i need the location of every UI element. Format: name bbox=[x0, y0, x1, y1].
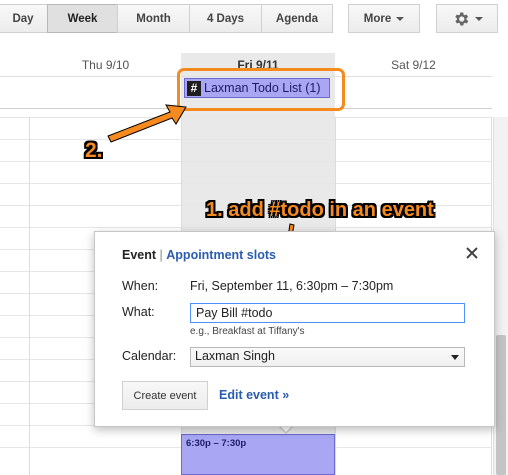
close-icon bbox=[466, 247, 478, 259]
tab-appointment-slots[interactable]: Appointment slots bbox=[166, 248, 276, 262]
quick-event-popup: Event | Appointment slots When: Fri, Sep… bbox=[94, 231, 495, 427]
event-block-time: 6:30p – 7:30p bbox=[186, 438, 247, 449]
calendar-select-value: Laxman Singh bbox=[195, 349, 275, 363]
create-event-button[interactable]: Create event bbox=[122, 381, 208, 410]
popup-tabs: Event | Appointment slots bbox=[122, 248, 276, 262]
event-block[interactable]: 6:30p – 7:30p bbox=[181, 434, 335, 475]
annotation-step2: 2. bbox=[85, 139, 103, 162]
close-button[interactable] bbox=[465, 246, 481, 262]
dropdown-arrow-icon bbox=[451, 355, 459, 360]
calendar-select[interactable]: Laxman Singh bbox=[190, 347, 465, 367]
annotation-step1: 1. add #todo in an event bbox=[206, 199, 434, 221]
what-label: What: bbox=[122, 305, 155, 319]
tab-separator: | bbox=[159, 248, 163, 262]
when-label: When: bbox=[122, 279, 159, 293]
arrow-step2 bbox=[107, 104, 187, 143]
tab-event[interactable]: Event bbox=[122, 248, 156, 262]
what-input[interactable] bbox=[190, 303, 465, 323]
edit-event-link[interactable]: Edit event » bbox=[219, 388, 289, 402]
when-value: Fri, September 11, 6:30pm – 7:30pm bbox=[190, 279, 394, 293]
calendar-label: Calendar: bbox=[122, 349, 177, 363]
what-hint: e.g., Breakfast at Tiffany's bbox=[190, 326, 305, 337]
